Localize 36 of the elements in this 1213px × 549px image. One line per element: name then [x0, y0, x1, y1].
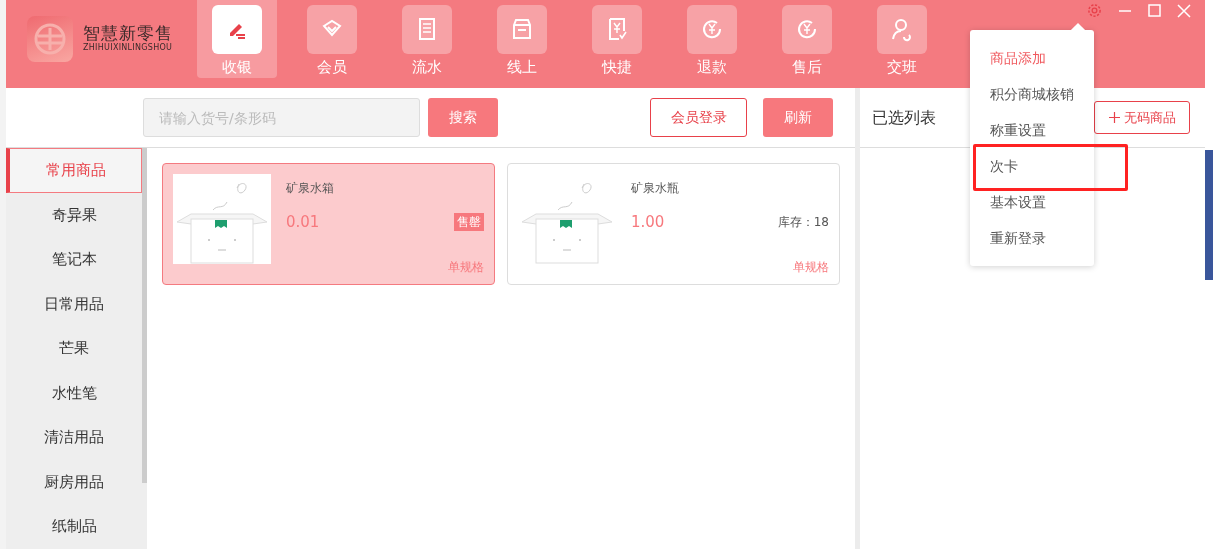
settings-icon[interactable]	[1087, 3, 1102, 18]
menu-item[interactable]: 次卡	[970, 148, 1094, 184]
category-item[interactable]: 纸制品	[6, 504, 142, 549]
spec-label: 单规格	[793, 259, 829, 276]
category-item[interactable]: 常用商品	[6, 148, 142, 193]
product-card[interactable]: 矿泉水箱 0.01 售罄 单规格	[162, 163, 495, 285]
product-price: 0.01	[286, 212, 320, 233]
logo-subtitle: ZHIHUIXINLINGSHOU	[83, 42, 173, 55]
product-price: 1.00	[631, 212, 665, 233]
category-item[interactable]: 芒果	[6, 326, 142, 371]
category-item[interactable]: 笔记本	[6, 237, 142, 282]
category-item[interactable]: 清洁用品	[6, 415, 142, 460]
logo-title: 智慧新零售	[83, 23, 173, 43]
stock-count: 库存：18	[777, 214, 829, 232]
category-item[interactable]: 厨房用品	[6, 459, 142, 505]
spec-label: 单规格	[448, 259, 484, 276]
sold-out-badge: 售罄	[454, 213, 484, 232]
product-name: 矿泉水瓶	[631, 180, 680, 197]
category-item[interactable]: 奇异果	[6, 192, 142, 238]
menu-item[interactable]: 称重设置	[970, 112, 1094, 148]
add-item-button[interactable]: 无码商品	[1094, 101, 1190, 134]
member-login-button[interactable]: 会员登录	[650, 98, 747, 137]
menu-item[interactable]: 积分商城核销	[970, 76, 1094, 112]
plus-icon	[1108, 112, 1120, 123]
menu-item[interactable]: 基本设置	[970, 184, 1094, 220]
product-name: 矿泉水箱	[286, 180, 335, 197]
menu-item[interactable]: 商品添加	[970, 40, 1094, 76]
close-icon[interactable]	[1177, 3, 1191, 18]
menu-item[interactable]: 重新登录	[970, 220, 1094, 256]
logo-icon	[27, 16, 73, 62]
product-card[interactable]: 矿泉水瓶 1.00 库存：18 单规格	[507, 163, 840, 285]
scrollbar[interactable]	[142, 148, 147, 483]
panel-title: 已选列表	[872, 106, 936, 129]
category-item[interactable]: 日常用品	[6, 281, 142, 327]
maximize-icon[interactable]	[1148, 4, 1161, 17]
category-item[interactable]: 水性笔	[6, 370, 142, 416]
